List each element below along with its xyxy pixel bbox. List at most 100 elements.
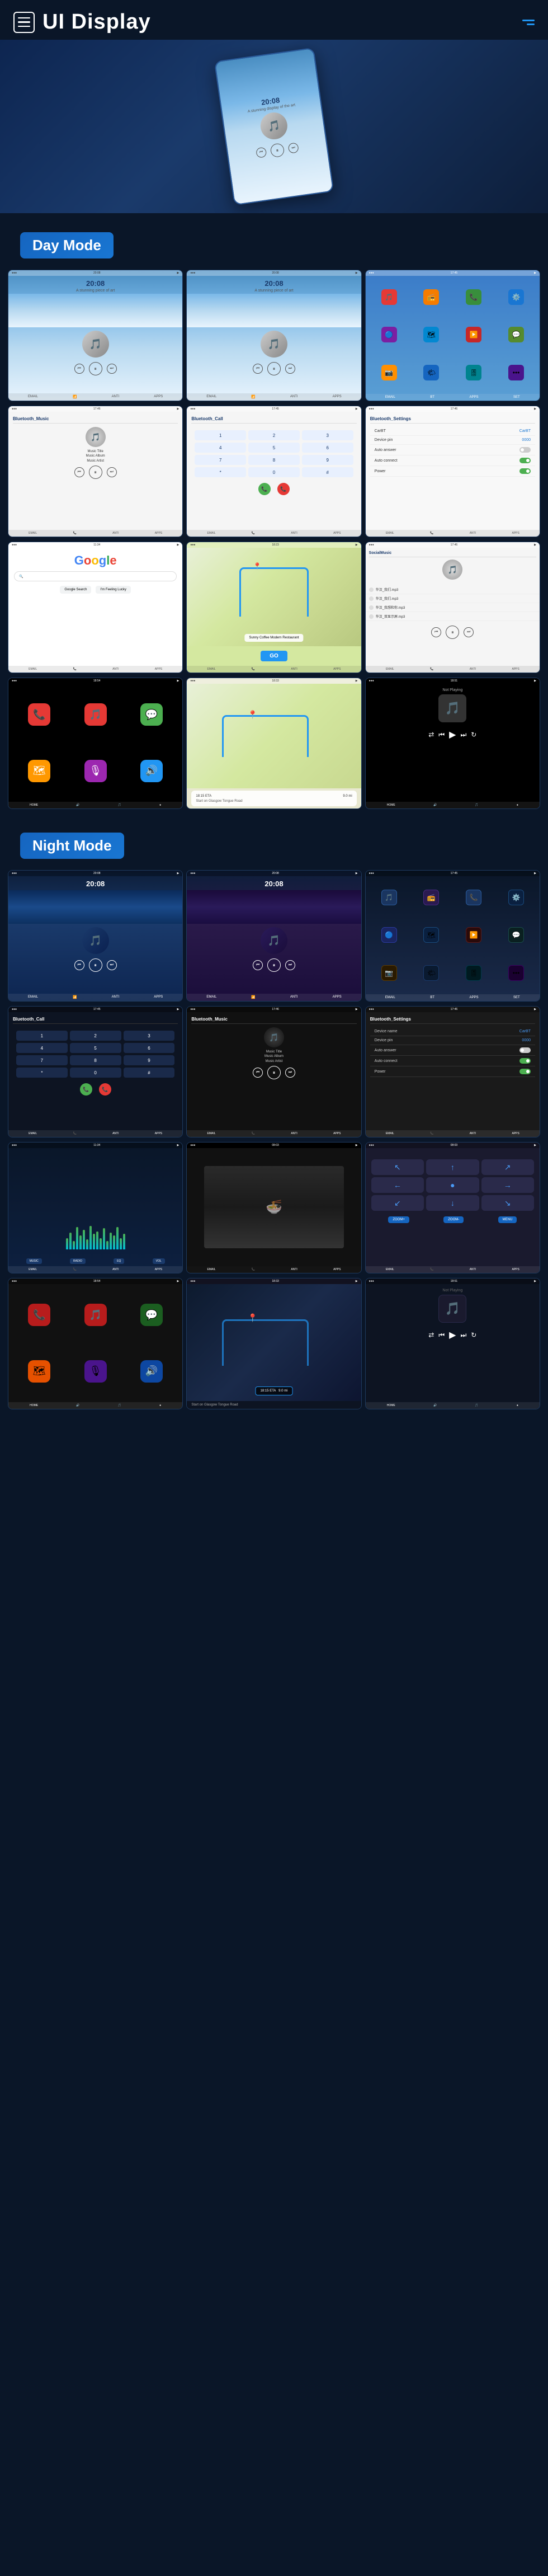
night-app-7[interactable]: ▶️ <box>466 927 481 943</box>
nav-arrow-1[interactable]: ↖ <box>371 1159 424 1175</box>
app-settings-1[interactable]: ⚙️ <box>508 289 524 305</box>
night-key-0[interactable]: 0 <box>70 1068 121 1078</box>
night-key-1[interactable]: 1 <box>16 1031 68 1041</box>
carplay-siri-icon[interactable]: 🔊 <box>140 760 163 782</box>
night-key-3[interactable]: 3 <box>124 1031 175 1041</box>
day-prev-2[interactable]: ⏮ <box>253 364 263 374</box>
night-key-5[interactable]: 5 <box>70 1043 121 1053</box>
key-5[interactable]: 5 <box>248 443 300 453</box>
night-cp-next[interactable]: ⏭ <box>460 1331 466 1339</box>
app-camera[interactable]: 📷 <box>381 365 397 380</box>
night-bt-play[interactable]: ⏸ <box>267 1066 281 1079</box>
app-radio[interactable]: 📻 <box>423 289 439 305</box>
night-cp-music[interactable]: 🎵 <box>84 1304 107 1326</box>
bt-prev[interactable]: ⏮ <box>74 467 84 477</box>
night-app-5[interactable]: 🔵 <box>381 927 397 943</box>
app-music[interactable]: 🎵 <box>381 289 397 305</box>
cp-play[interactable]: ▶ <box>449 729 456 740</box>
nav-arrow-8[interactable]: ↘ <box>481 1195 534 1211</box>
day-next-2[interactable]: ⏭ <box>285 364 295 374</box>
night-app-3[interactable]: 📞 <box>466 890 481 905</box>
power-toggle[interactable] <box>519 468 531 474</box>
night-app-10[interactable]: 🌤 <box>423 965 439 981</box>
night-key-hash[interactable]: # <box>124 1068 175 1078</box>
night-nav-btn-1[interactable]: ZOOM+ <box>388 1216 409 1223</box>
key-4[interactable]: 4 <box>195 443 246 453</box>
key-6[interactable]: 6 <box>302 443 353 453</box>
night-key-2[interactable]: 2 <box>70 1031 121 1041</box>
night-cp-siri[interactable]: 🔊 <box>140 1360 163 1383</box>
night-cp-shuffle[interactable]: ⇄ <box>428 1331 434 1339</box>
nav-arrow-7[interactable]: ↓ <box>426 1195 479 1211</box>
night-app-6[interactable]: 🗺 <box>423 927 439 943</box>
google-search-bar[interactable]: 🔍 <box>14 571 177 581</box>
app-maps[interactable]: 🗺 <box>423 327 439 342</box>
app-more[interactable]: ••• <box>508 365 524 380</box>
day-prev-1[interactable]: ⏮ <box>74 364 84 374</box>
night-app-2[interactable]: 📻 <box>423 890 439 905</box>
wave-btn-4[interactable]: VOL <box>153 1258 165 1264</box>
day-next-1[interactable]: ⏭ <box>107 364 117 374</box>
google-search-btn[interactable]: Google Search <box>60 586 91 594</box>
app-wechat[interactable]: 💬 <box>508 327 524 342</box>
night-key-8[interactable]: 8 <box>70 1055 121 1065</box>
night-key-9[interactable]: 9 <box>124 1055 175 1065</box>
night-bt-prev[interactable]: ⏮ <box>253 1068 263 1078</box>
key-star[interactable]: * <box>195 467 246 477</box>
local-play[interactable]: ⏸ <box>446 626 459 639</box>
call-accept[interactable]: 📞 <box>258 483 271 495</box>
call-reject[interactable]: 📞 <box>277 483 290 495</box>
hamburger-icon[interactable] <box>13 12 35 33</box>
carplay-music-icon[interactable]: 🎵 <box>84 703 107 726</box>
night-cp-play[interactable]: ▶ <box>449 1329 456 1341</box>
night-app-1[interactable]: 🎵 <box>381 890 397 905</box>
night-cp-prev[interactable]: ⏮ <box>438 1331 445 1339</box>
carplay-maps-icon[interactable]: 🗺 <box>28 760 50 782</box>
feeling-lucky-btn[interactable]: I'm Feeling Lucky <box>96 586 131 594</box>
key-hash[interactable]: # <box>302 467 353 477</box>
nav-arrow-3[interactable]: ↗ <box>481 1159 534 1175</box>
night-app-9[interactable]: 📷 <box>381 965 397 981</box>
nav-arrow-2[interactable]: ↑ <box>426 1159 479 1175</box>
night-auto-connect-toggle[interactable] <box>519 1058 531 1064</box>
night-cp-repeat[interactable]: ↻ <box>471 1331 476 1339</box>
carplay-msg-icon[interactable]: 💬 <box>140 703 163 726</box>
list-item-4[interactable]: 华汉_双显示屏.mp3 <box>366 612 540 621</box>
carplay-phone-icon[interactable]: 📞 <box>28 703 50 726</box>
day-play-2[interactable]: ⏸ <box>267 362 281 375</box>
app-yt[interactable]: ▶️ <box>466 327 481 342</box>
list-item-2[interactable]: 华汉_我们.mp3 <box>366 594 540 603</box>
night-play-2[interactable]: ⏸ <box>267 958 281 972</box>
menu-icon[interactable] <box>522 20 535 25</box>
next-btn[interactable]: ⏭ <box>288 142 299 153</box>
night-cp-maps[interactable]: 🗺 <box>28 1360 50 1383</box>
night-play-1[interactable]: ⏸ <box>89 958 102 972</box>
night-nav-btn-2[interactable]: ZOOM- <box>443 1216 464 1223</box>
night-prev-1[interactable]: ⏮ <box>74 960 84 970</box>
day-play-1[interactable]: ⏸ <box>89 362 102 375</box>
key-8[interactable]: 8 <box>248 455 300 465</box>
nav-arrow-4[interactable]: ← <box>371 1177 424 1193</box>
night-app-4[interactable]: ⚙️ <box>508 890 524 905</box>
list-item-1[interactable]: 华汉_我们.mp3 <box>366 585 540 594</box>
nav-arrow-6[interactable]: ↙ <box>371 1195 424 1211</box>
cp-repeat[interactable]: ↻ <box>471 731 476 739</box>
wave-btn-1[interactable]: MUSIC <box>26 1258 42 1264</box>
app-eq[interactable]: 🎚 <box>466 365 481 380</box>
night-call-accept[interactable]: 📞 <box>80 1083 92 1096</box>
auto-connect-toggle[interactable] <box>519 458 531 463</box>
nav-arrow-5[interactable]: → <box>481 1177 534 1193</box>
night-auto-answer-toggle[interactable] <box>519 1047 531 1053</box>
app-bt[interactable]: 🔵 <box>381 327 397 342</box>
night-prev-2[interactable]: ⏮ <box>253 960 263 970</box>
key-2[interactable]: 2 <box>248 430 300 440</box>
local-next[interactable]: ⏭ <box>464 627 474 637</box>
go-button[interactable]: GO <box>261 651 287 661</box>
night-next-2[interactable]: ⏭ <box>285 960 295 970</box>
night-cp-msg[interactable]: 💬 <box>140 1304 163 1326</box>
bt-next[interactable]: ⏭ <box>107 467 117 477</box>
night-key-4[interactable]: 4 <box>16 1043 68 1053</box>
night-key-star[interactable]: * <box>16 1068 68 1078</box>
bt-play[interactable]: ⏸ <box>89 466 102 479</box>
night-key-7[interactable]: 7 <box>16 1055 68 1065</box>
